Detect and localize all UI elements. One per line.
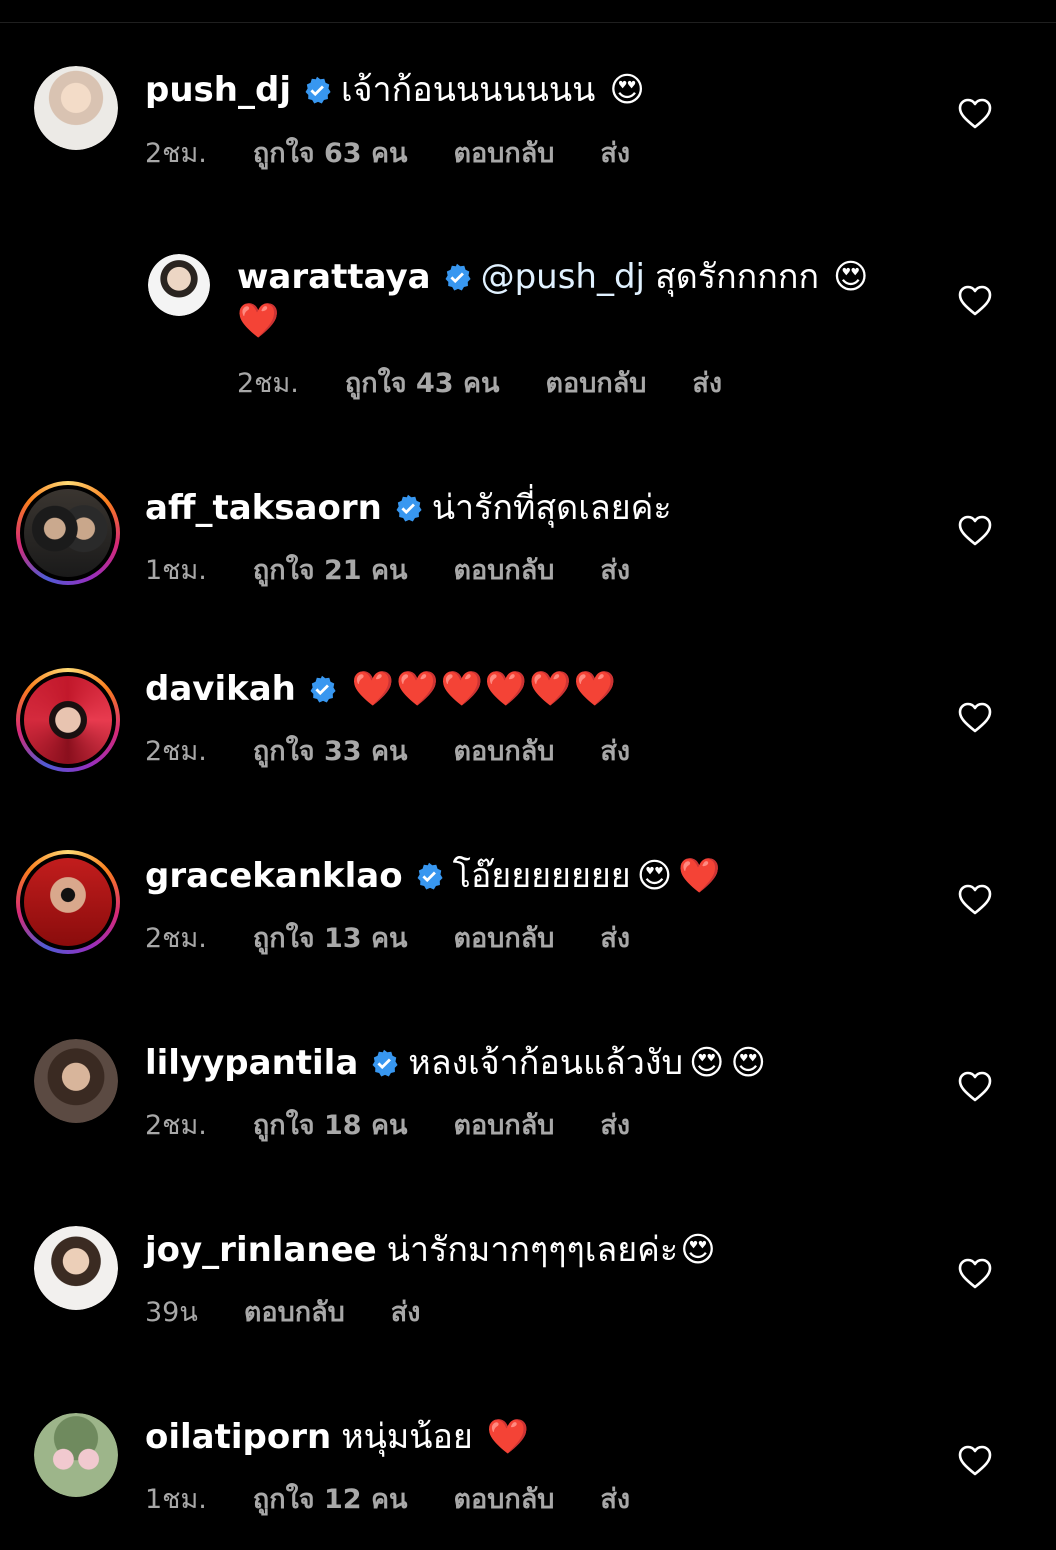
comment-emoji-2: ❤️ — [237, 301, 280, 341]
like-count[interactable]: ถูกใจ 63 คน — [253, 136, 408, 172]
verified-badge-icon — [396, 494, 422, 522]
like-heart-icon[interactable] — [958, 98, 992, 130]
comment-emoji: ❤️ — [486, 1417, 530, 1457]
verified-badge-icon — [372, 1049, 398, 1077]
send-button[interactable]: ส่ง — [600, 553, 630, 589]
like-heart-icon[interactable] — [958, 515, 992, 547]
comment-emoji: 😍 — [680, 1230, 716, 1270]
comment-emoji: ❤️❤️❤️❤️❤️❤️ — [351, 669, 618, 709]
avatar[interactable] — [34, 66, 118, 150]
like-count[interactable]: ถูกใจ 21 คน — [253, 553, 408, 589]
comment-emoji: 😍😍 — [689, 1043, 772, 1083]
comment-emoji: 😍 — [609, 70, 645, 110]
username[interactable]: oilatiporn — [145, 1415, 331, 1459]
comment-emoji: 😍 — [833, 257, 869, 297]
username[interactable]: push_dj — [145, 68, 291, 112]
comment-emoji: 😍❤️ — [636, 856, 727, 896]
verified-badge-icon — [445, 263, 471, 291]
reply-button[interactable]: ตอบกลับ — [453, 136, 554, 172]
comment-time: 1ชม. — [145, 555, 207, 586]
send-button[interactable]: ส่ง — [600, 734, 630, 770]
like-heart-icon[interactable] — [958, 1258, 992, 1290]
like-heart-icon[interactable] — [958, 1071, 992, 1103]
mention-link[interactable]: @push_dj — [481, 255, 645, 299]
username[interactable]: aff_taksaorn — [145, 486, 382, 530]
comment-time: 2ชม. — [145, 736, 207, 767]
like-count[interactable]: ถูกใจ 13 คน — [253, 921, 408, 957]
verified-badge-icon — [310, 675, 336, 703]
send-button[interactable]: ส่ง — [391, 1295, 421, 1331]
reply-button[interactable]: ตอบกลับ — [453, 1482, 554, 1518]
story-ring-avatar[interactable] — [16, 850, 120, 954]
reply-button[interactable]: ตอบกลับ — [453, 1108, 554, 1144]
send-button[interactable]: ส่ง — [600, 136, 630, 172]
comment-text: โอ๊ยยยยยยย — [452, 856, 631, 896]
like-count[interactable]: ถูกใจ 18 คน — [253, 1108, 408, 1144]
comment-time: 39น — [145, 1297, 198, 1328]
send-button[interactable]: ส่ง — [600, 921, 630, 957]
reply-button[interactable]: ตอบกลับ — [453, 921, 554, 957]
like-count[interactable]: ถูกใจ 33 คน — [253, 734, 408, 770]
avatar[interactable] — [34, 1226, 118, 1310]
comment-text: เจ้าก้อนนนนนนน — [340, 70, 596, 110]
avatar[interactable] — [34, 1039, 118, 1123]
like-heart-icon[interactable] — [958, 702, 992, 734]
comment-text: น่ารักที่สุดเลยค่ะ — [431, 488, 672, 528]
reply-button[interactable]: ตอบกลับ — [453, 734, 554, 770]
story-ring-avatar[interactable] — [16, 668, 120, 772]
story-ring-avatar[interactable] — [16, 481, 120, 585]
comment-time: 2ชม. — [145, 923, 207, 954]
like-heart-icon[interactable] — [958, 285, 992, 317]
like-heart-icon[interactable] — [958, 1445, 992, 1477]
send-button[interactable]: ส่ง — [600, 1108, 630, 1144]
comment-time: 2ชม. — [145, 1110, 207, 1141]
reply-button[interactable]: ตอบกลับ — [244, 1295, 345, 1331]
avatar[interactable] — [34, 1413, 118, 1497]
reply-button[interactable]: ตอบกลับ — [453, 553, 554, 589]
send-button[interactable]: ส่ง — [692, 366, 722, 402]
username[interactable]: lilyypantila — [145, 1041, 358, 1085]
verified-badge-icon — [305, 76, 331, 104]
username[interactable]: warattaya — [237, 255, 431, 299]
like-count[interactable]: ถูกใจ 12 คน — [253, 1482, 408, 1518]
comment-time: 2ชม. — [237, 368, 299, 399]
comments-page: push_dj เจ้าก้อนนนนนนน 😍 2ชม. ถูกใจ 63 ค… — [0, 0, 1056, 1550]
username[interactable]: joy_rinlanee — [145, 1228, 377, 1272]
comment-text: หนุ่มน้อย — [341, 1417, 473, 1457]
like-heart-icon[interactable] — [958, 884, 992, 916]
username[interactable]: gracekanklao — [145, 854, 403, 898]
comment-text: สุดรักกกกก — [655, 257, 820, 297]
avatar[interactable] — [148, 254, 210, 316]
verified-badge-icon — [417, 862, 443, 890]
top-divider — [0, 22, 1056, 23]
like-count[interactable]: ถูกใจ 43 คน — [345, 366, 500, 402]
comment-time: 2ชม. — [145, 138, 207, 169]
comment-text: หลงเจ้าก้อนแล้วงับ — [408, 1043, 684, 1083]
username[interactable]: davikah — [145, 667, 296, 711]
comment-text: น่ารักมากๆๆๆเลยค่ะ — [386, 1230, 679, 1270]
comment-time: 1ชม. — [145, 1484, 207, 1515]
reply-button[interactable]: ตอบกลับ — [545, 366, 646, 402]
send-button[interactable]: ส่ง — [600, 1482, 630, 1518]
